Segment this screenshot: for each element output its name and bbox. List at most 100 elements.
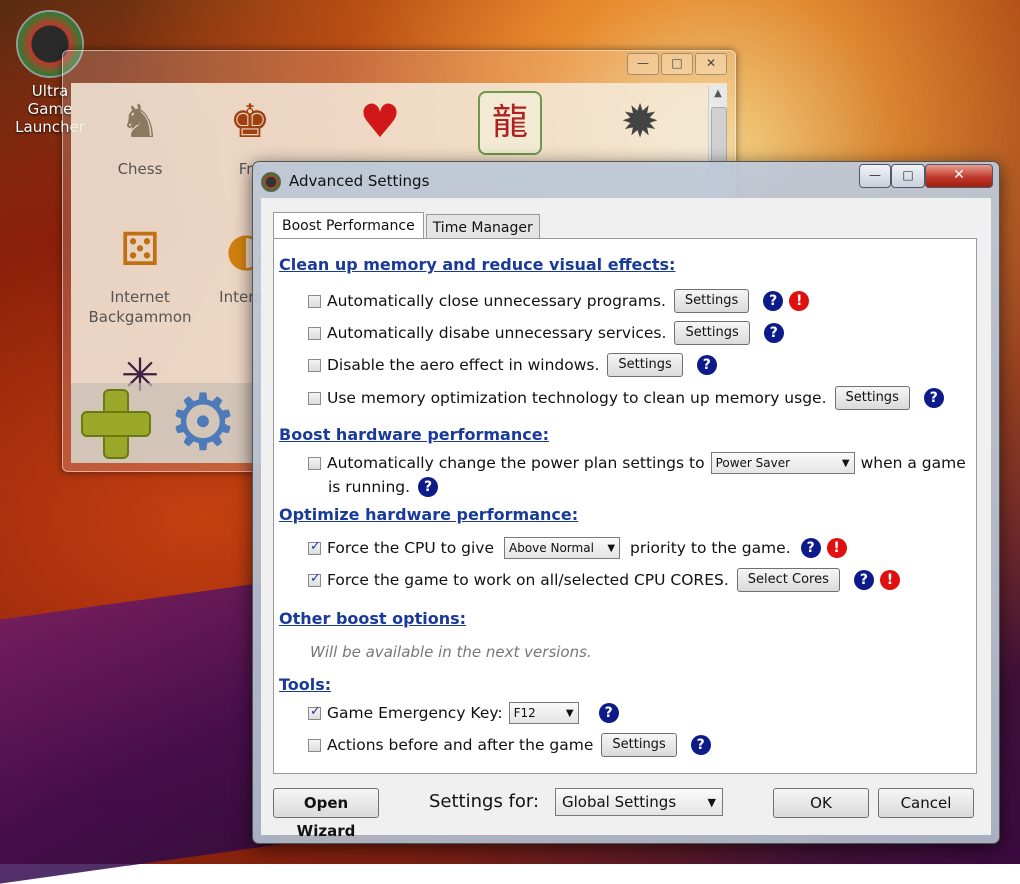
warning-icon[interactable]: ! bbox=[789, 291, 810, 311]
app-logo-icon bbox=[261, 172, 281, 192]
option-emergency-key: Game Emergency Key: F12 ▼ ? bbox=[308, 702, 619, 724]
emergency-key-select[interactable]: F12 ▼ bbox=[508, 702, 579, 724]
cpu-cores-checkbox[interactable] bbox=[308, 571, 321, 587]
option-power-plan: Automatically change the power plan sett… bbox=[308, 452, 966, 474]
option-disable-services: Automatically disabe unnecessary service… bbox=[308, 321, 784, 345]
power-plan-label: Automatically change the power plan sett… bbox=[327, 454, 705, 472]
help-icon[interactable]: ? bbox=[923, 388, 944, 408]
help-icon[interactable]: ? bbox=[598, 703, 619, 723]
launcher-minimize-button[interactable]: — bbox=[627, 53, 659, 75]
other-options-note: Will be available in the next versions. bbox=[310, 643, 592, 661]
warning-icon[interactable]: ! bbox=[879, 570, 900, 590]
help-icon[interactable]: ? bbox=[696, 355, 717, 375]
power-plan-label-after: when a game bbox=[860, 454, 966, 472]
power-plan-checkbox[interactable] bbox=[308, 456, 321, 470]
settings-for-label: Settings for: bbox=[429, 791, 540, 812]
launcher-close-button[interactable]: ✕ bbox=[695, 53, 727, 75]
help-icon[interactable]: ? bbox=[763, 323, 784, 343]
cancel-button[interactable]: Cancel bbox=[878, 788, 974, 818]
cpu-priority-select[interactable]: Above Normal ▼ bbox=[504, 537, 621, 559]
dialog-titlebar[interactable]: Advanced Settings — □ ✕ bbox=[253, 162, 999, 198]
select-cores-button[interactable]: Select Cores bbox=[736, 568, 840, 592]
actions-settings-button[interactable]: Settings bbox=[601, 733, 677, 757]
power-plan-select[interactable]: Power Saver ▼ bbox=[710, 452, 855, 474]
disable-services-label: Automatically disabe unnecessary service… bbox=[327, 324, 667, 342]
chevron-down-icon: ▼ bbox=[707, 795, 716, 809]
gear-icon[interactable]: ⚙ bbox=[167, 384, 239, 462]
dialog-title: Advanced Settings bbox=[289, 172, 430, 190]
maximize-button[interactable]: □ bbox=[891, 164, 925, 188]
settings-for-select[interactable]: Global Settings ▼ bbox=[555, 788, 723, 816]
minimize-button[interactable]: — bbox=[859, 164, 891, 188]
game-chess[interactable]: ♞ Chess bbox=[85, 91, 195, 179]
cpu-priority-label: Force the CPU to give bbox=[327, 539, 495, 557]
game-label: Chess bbox=[117, 160, 163, 178]
close-programs-label: Automatically close unnecessary programs… bbox=[327, 292, 666, 310]
chevron-down-icon: ▼ bbox=[565, 707, 574, 719]
disable-services-checkbox[interactable] bbox=[308, 326, 321, 340]
disable-aero-settings-button[interactable]: Settings bbox=[607, 353, 683, 377]
disable-aero-checkbox[interactable] bbox=[308, 358, 321, 372]
emergency-key-checkbox[interactable] bbox=[308, 704, 321, 720]
mahjong-icon: 龍 bbox=[478, 91, 542, 155]
emergency-key-value: F12 bbox=[513, 706, 536, 720]
option-disable-aero: Disable the aero effect in windows. Sett… bbox=[308, 353, 717, 377]
scroll-thumb[interactable] bbox=[711, 107, 727, 169]
launcher-window-controls: — □ ✕ bbox=[627, 53, 727, 75]
help-icon[interactable]: ? bbox=[690, 735, 711, 755]
cpu-priority-value: Above Normal bbox=[509, 541, 594, 555]
memory-tech-checkbox[interactable] bbox=[308, 391, 321, 405]
option-close-programs: Automatically close unnecessary programs… bbox=[308, 289, 810, 313]
section-tools-heading: Tools: bbox=[279, 675, 332, 694]
help-icon[interactable]: ? bbox=[800, 538, 821, 558]
game-internet-backgammon[interactable]: ⚄ Internet Backgammon bbox=[85, 219, 195, 327]
close-programs-checkbox[interactable] bbox=[308, 294, 321, 308]
heart-icon: ♥ bbox=[359, 94, 401, 148]
tab-time-manager[interactable]: Time Manager bbox=[425, 214, 540, 241]
cpu-priority-checkbox[interactable] bbox=[308, 539, 321, 555]
option-cpu-priority: Force the CPU to give Above Normal ▼ pri… bbox=[308, 537, 847, 559]
game-label: Internet Backgammon bbox=[88, 288, 192, 326]
help-icon[interactable]: ? bbox=[763, 291, 784, 311]
desktop-background: Ultra Game Launcher — □ ✕ ♞ Chess ♚ Fre … bbox=[0, 0, 1020, 884]
settings-for-value: Global Settings bbox=[562, 793, 677, 811]
disable-services-settings-button[interactable]: Settings bbox=[674, 321, 750, 345]
game-hearts[interactable]: ♥ bbox=[325, 91, 435, 159]
chevron-down-icon: ▼ bbox=[607, 542, 616, 554]
scroll-up-icon[interactable]: ▲ bbox=[709, 85, 727, 103]
close-programs-settings-button[interactable]: Settings bbox=[673, 289, 750, 313]
ok-button[interactable]: OK bbox=[773, 788, 869, 818]
actions-label: Actions before and after the game bbox=[327, 736, 594, 754]
dialog-client: Boost Performance Time Manager Clean up … bbox=[261, 198, 991, 840]
game-mahjong[interactable]: 龍 bbox=[455, 91, 565, 163]
memory-tech-label: Use memory optimization technology to cl… bbox=[327, 389, 827, 407]
desktop-decoration bbox=[0, 580, 280, 884]
option-actions: Actions before and after the game Settin… bbox=[308, 733, 711, 757]
cpu-priority-label-after: priority to the game. bbox=[630, 539, 791, 557]
cpu-cores-label: Force the game to work on all/selected C… bbox=[327, 571, 729, 589]
emergency-key-label: Game Emergency Key: bbox=[327, 704, 503, 722]
chess-icon: ♞ bbox=[119, 94, 161, 148]
option-cpu-cores: Force the game to work on all/selected C… bbox=[308, 568, 900, 592]
close-button[interactable]: ✕ bbox=[925, 164, 993, 188]
card-icon: ♚ bbox=[229, 94, 271, 148]
help-icon[interactable]: ? bbox=[853, 570, 874, 590]
game-minesweeper[interactable]: ✹ bbox=[585, 91, 695, 159]
add-game-icon[interactable] bbox=[81, 389, 151, 459]
section-memory-heading: Clean up memory and reduce visual effect… bbox=[279, 255, 676, 274]
section-other-heading: Other boost options: bbox=[279, 609, 467, 628]
warning-icon[interactable]: ! bbox=[826, 538, 847, 558]
chevron-down-icon: ▼ bbox=[841, 457, 850, 469]
tab-panel-boost-performance: Clean up memory and reduce visual effect… bbox=[273, 238, 977, 774]
actions-checkbox[interactable] bbox=[308, 738, 321, 752]
power-plan-value: Power Saver bbox=[715, 456, 791, 470]
power-plan-label-line2: is running. bbox=[328, 478, 411, 496]
option-power-plan-line2: is running. ? bbox=[328, 477, 439, 497]
help-icon[interactable]: ? bbox=[418, 477, 439, 497]
launcher-maximize-button[interactable]: □ bbox=[661, 53, 693, 75]
open-wizard-button[interactable]: Open Wizard bbox=[273, 788, 379, 840]
section-optimize-heading: Optimize hardware performance: bbox=[279, 505, 579, 524]
memory-tech-settings-button[interactable]: Settings bbox=[834, 386, 910, 410]
backgammon-icon: ⚄ bbox=[120, 222, 160, 276]
advanced-settings-dialog: Advanced Settings — □ ✕ Boost Performanc… bbox=[252, 161, 1000, 844]
